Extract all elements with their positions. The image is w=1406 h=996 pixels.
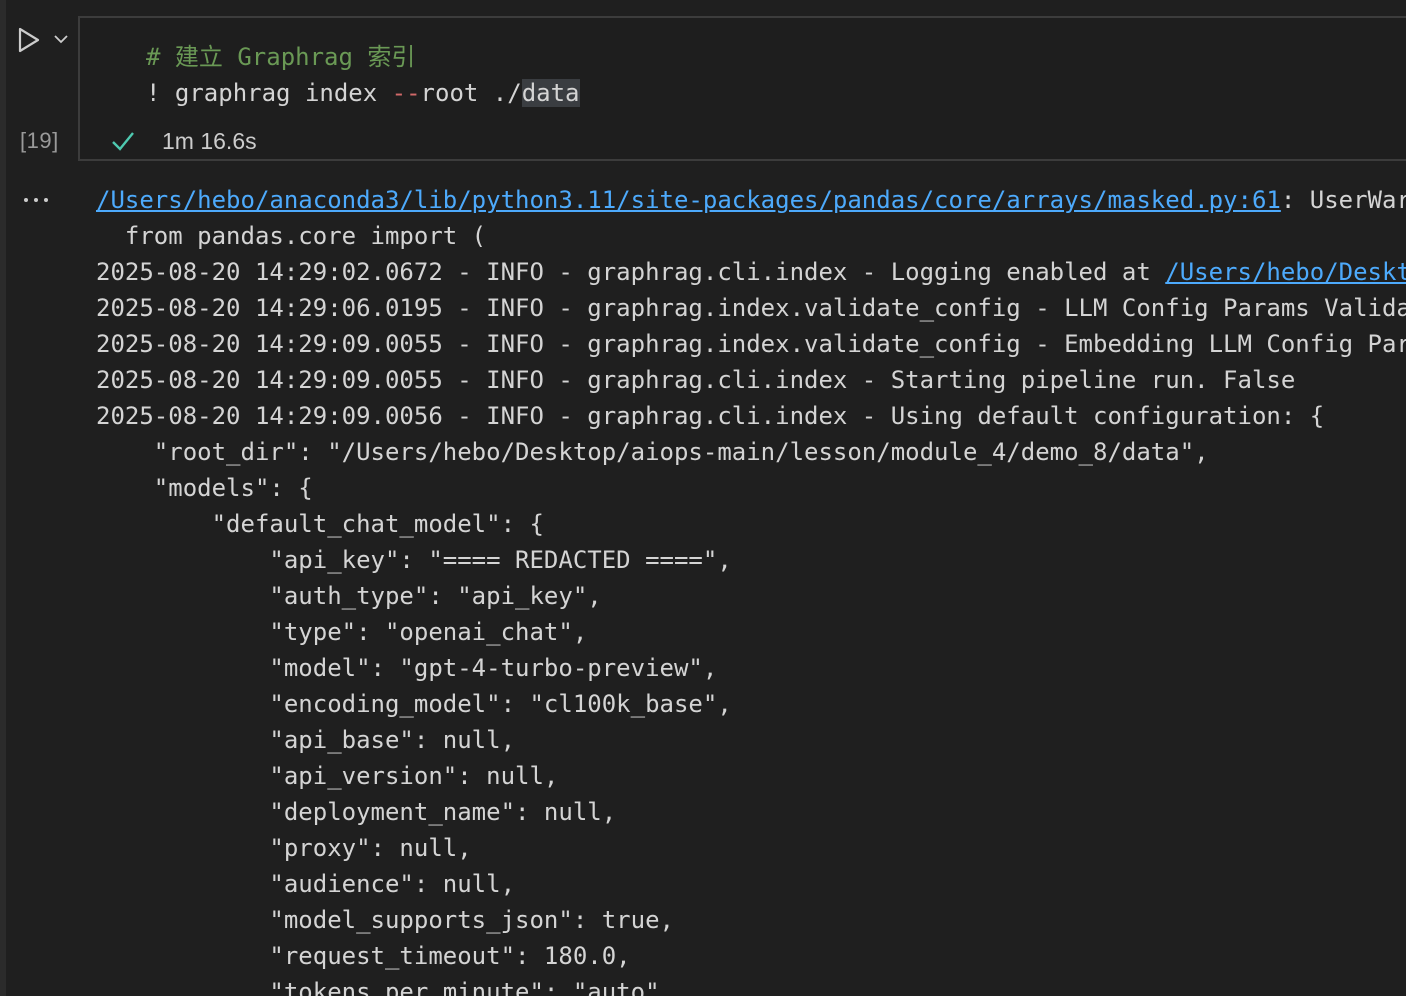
output-log-line: 2025-08-20 14:29:02.0672 - INFO - graphr… xyxy=(96,254,1406,290)
output-line: "api_key": "==== REDACTED ====", xyxy=(96,546,732,574)
output-line: "proxy": null, xyxy=(96,834,472,862)
output-line: "root_dir": "/Users/hebo/Desktop/aiops-m… xyxy=(96,438,1209,466)
check-icon xyxy=(112,132,134,151)
output-line: 2025-08-20 14:29:09.0055 - INFO - graphr… xyxy=(96,330,1406,358)
output-line: "api_base": null, xyxy=(96,726,516,754)
output-line: "model_supports_json": true, xyxy=(96,906,674,934)
output-line: "auth_type": "api_key", xyxy=(96,582,602,610)
output-line: "tokens_per_minute": "auto", xyxy=(96,978,674,996)
output-line: "api_version": null, xyxy=(96,762,559,790)
more-actions-icon[interactable] xyxy=(22,196,52,204)
output-line: "encoding_model": "cl100k_base", xyxy=(96,690,732,718)
log-text: 2025-08-20 14:29:02.0672 - INFO - graphr… xyxy=(96,258,1166,286)
output-line: "models": { xyxy=(96,474,313,502)
output-line: "model": "gpt-4-turbo-preview", xyxy=(96,654,718,682)
code-command-prefix: ! graphrag index xyxy=(146,79,392,107)
output-line: "audience": null, xyxy=(96,870,516,898)
warning-text: : UserWar xyxy=(1280,186,1406,214)
output-line: 2025-08-20 14:29:09.0056 - INFO - graphr… xyxy=(96,402,1325,430)
cell-output: /Users/hebo/anaconda3/lib/python3.11/sit… xyxy=(96,182,1406,996)
log-file-link[interactable]: /Users/hebo/Deskt xyxy=(1165,258,1406,286)
output-line: 2025-08-20 14:29:09.0055 - INFO - graphr… xyxy=(96,366,1296,394)
code-selection-highlight: data xyxy=(521,79,580,107)
output-import-line: from pandas.core import ( xyxy=(96,222,487,250)
code-command-flag: -- xyxy=(391,79,421,107)
code-command-mid: root ./ xyxy=(420,79,522,107)
output-rail xyxy=(0,170,6,996)
output-line: "request_timeout": 180.0, xyxy=(96,942,631,970)
output-line: "deployment_name": null, xyxy=(96,798,617,826)
code-comment: # 建立 Graphrag 索引 xyxy=(146,43,416,71)
execution-count: [19] xyxy=(20,128,59,153)
code-cell-editor[interactable]: # 建立 Graphrag 索引 ! graphrag index --root… xyxy=(78,16,1406,161)
output-line: "type": "openai_chat", xyxy=(96,618,588,646)
run-cell-icon[interactable] xyxy=(16,26,42,54)
chevron-down-icon[interactable] xyxy=(53,32,69,46)
warning-file-link[interactable]: /Users/hebo/anaconda3/lib/python3.11/sit… xyxy=(96,186,1281,214)
output-line: "default_chat_model": { xyxy=(96,510,544,538)
execution-status: 1m 16.6s xyxy=(110,126,257,156)
code-line-comment: # 建立 Graphrag 索引 xyxy=(146,42,415,72)
execution-duration: 1m 16.6s xyxy=(162,127,257,154)
code-line-command: ! graphrag index --root ./data xyxy=(146,78,580,108)
output-line: 2025-08-20 14:29:06.0195 - INFO - graphr… xyxy=(96,294,1406,322)
output-warning-line: /Users/hebo/anaconda3/lib/python3.11/sit… xyxy=(96,182,1406,218)
